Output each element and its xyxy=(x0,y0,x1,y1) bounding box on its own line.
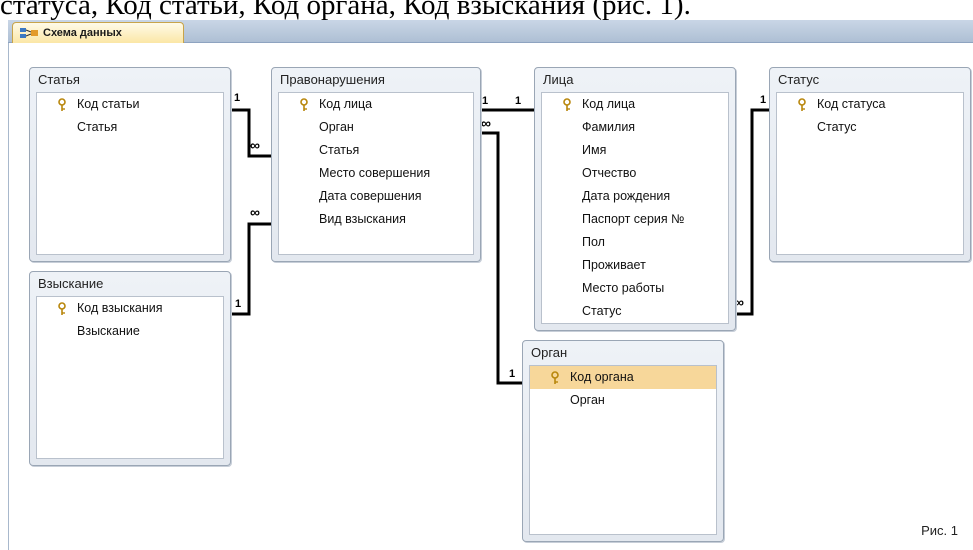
table-vzyskanie[interactable]: Взыскание Код взыскания Взыскание xyxy=(29,271,231,466)
field-row[interactable]: Проживает xyxy=(542,254,728,277)
rel-one-vzyskanie: 1 xyxy=(235,298,242,310)
table-title: Правонарушения xyxy=(280,72,385,87)
field-label: Пол xyxy=(582,235,605,249)
field-row[interactable]: Место работы xyxy=(542,277,728,300)
field-label: Статья xyxy=(77,120,118,134)
rel-many-statya: ∞ xyxy=(250,137,260,153)
tab-label: Схема данных xyxy=(43,27,122,39)
figure-caption: Рис. 1 xyxy=(921,523,958,538)
field-label: Дата совершения xyxy=(319,189,422,203)
field-row[interactable]: Код статьи xyxy=(37,93,223,116)
field-label: Код лица xyxy=(319,97,373,111)
field-row[interactable]: Статус xyxy=(777,116,963,139)
rel-one-litsa-right: 1 xyxy=(515,95,522,107)
field-label: Отчество xyxy=(582,166,637,180)
field-label: Паспорт серия № xyxy=(582,212,685,226)
field-row[interactable]: Взыскание xyxy=(37,320,223,343)
table-title: Взыскание xyxy=(38,276,104,291)
table-title: Лица xyxy=(543,72,574,87)
key-icon xyxy=(551,371,559,384)
tab-strip: Схема данных xyxy=(8,20,973,43)
field-row[interactable]: Отчество xyxy=(542,162,728,185)
field-label: Код статьи xyxy=(77,97,140,111)
field-row[interactable]: Место совершения xyxy=(279,162,473,185)
field-label: Код органа xyxy=(570,370,634,384)
field-row[interactable]: Орган xyxy=(530,389,716,412)
rel-one-status: 1 xyxy=(760,94,767,106)
field-label: Фамилия xyxy=(582,120,636,134)
field-row-selected[interactable]: Код органа xyxy=(530,366,716,389)
field-label: Орган xyxy=(570,393,605,407)
field-label: Взыскание xyxy=(77,324,140,338)
field-label: Код взыскания xyxy=(77,301,163,315)
rel-one-litsa-left: 1 xyxy=(482,95,489,107)
field-row[interactable]: Статус xyxy=(542,300,728,323)
field-label: Статья xyxy=(319,143,360,157)
field-row[interactable]: Дата рождения xyxy=(542,185,728,208)
field-label: Статус xyxy=(582,304,622,318)
field-row[interactable]: Вид взыскания xyxy=(279,208,473,231)
key-icon xyxy=(300,98,308,111)
field-row[interactable]: Статья xyxy=(279,139,473,162)
rel-many-organ: ∞ xyxy=(481,115,491,131)
field-row[interactable]: Орган xyxy=(279,116,473,139)
field-label: Место совершения xyxy=(319,166,431,180)
field-row[interactable]: Пол xyxy=(542,231,728,254)
table-title: Статья xyxy=(38,72,80,87)
field-row[interactable]: Код лица xyxy=(542,93,728,116)
key-icon xyxy=(563,98,571,111)
table-status[interactable]: Статус Код статуса Статус xyxy=(769,67,971,262)
table-title: Статус xyxy=(778,72,820,87)
table-pravonarusheniya[interactable]: Правонарушения Код лица Орган Статья Мес… xyxy=(271,67,481,262)
relationships-icon xyxy=(20,28,38,38)
field-row[interactable]: Статья xyxy=(37,116,223,139)
field-row[interactable]: Имя xyxy=(542,139,728,162)
key-icon xyxy=(58,98,66,111)
field-list: Код статуса Статус xyxy=(776,92,964,255)
table-title: Орган xyxy=(531,345,568,360)
field-label: Проживает xyxy=(582,258,646,272)
rel-many-vzyskanie: ∞ xyxy=(250,204,260,220)
field-row[interactable]: Код взыскания xyxy=(37,297,223,320)
field-label: Статус xyxy=(817,120,857,134)
field-list: Код взыскания Взыскание xyxy=(36,296,224,459)
rel-one-organ: 1 xyxy=(509,368,516,380)
field-row[interactable]: Код лица xyxy=(279,93,473,116)
field-label: Орган xyxy=(319,120,354,134)
field-label: Вид взыскания xyxy=(319,212,406,226)
table-litsa[interactable]: Лица Код лица Фамилия Имя Отчество Дата … xyxy=(534,67,736,331)
field-list: Код органа Орган xyxy=(529,365,717,535)
key-icon xyxy=(798,98,806,111)
table-statya[interactable]: Статья Код статьи Статья xyxy=(29,67,231,262)
field-list: Код статьи Статья xyxy=(36,92,224,255)
field-row[interactable]: Код статуса xyxy=(777,93,963,116)
key-icon xyxy=(58,302,66,315)
field-label: Код статуса xyxy=(817,97,886,111)
field-list: Код лица Орган Статья Место совершения Д… xyxy=(278,92,474,255)
field-row[interactable]: Дата совершения xyxy=(279,185,473,208)
field-label: Код лица xyxy=(582,97,636,111)
field-label: Имя xyxy=(582,143,607,157)
field-list: Код лица Фамилия Имя Отчество Дата рожде… xyxy=(541,92,729,324)
field-label: Дата рождения xyxy=(582,189,671,203)
field-row[interactable]: Паспорт серия № xyxy=(542,208,728,231)
field-label: Место работы xyxy=(582,281,665,295)
field-row[interactable]: Фамилия xyxy=(542,116,728,139)
rel-one-statya: 1 xyxy=(234,92,241,104)
tab-schema[interactable]: Схема данных xyxy=(12,22,184,43)
table-organ[interactable]: Орган Код органа Орган xyxy=(522,340,724,542)
